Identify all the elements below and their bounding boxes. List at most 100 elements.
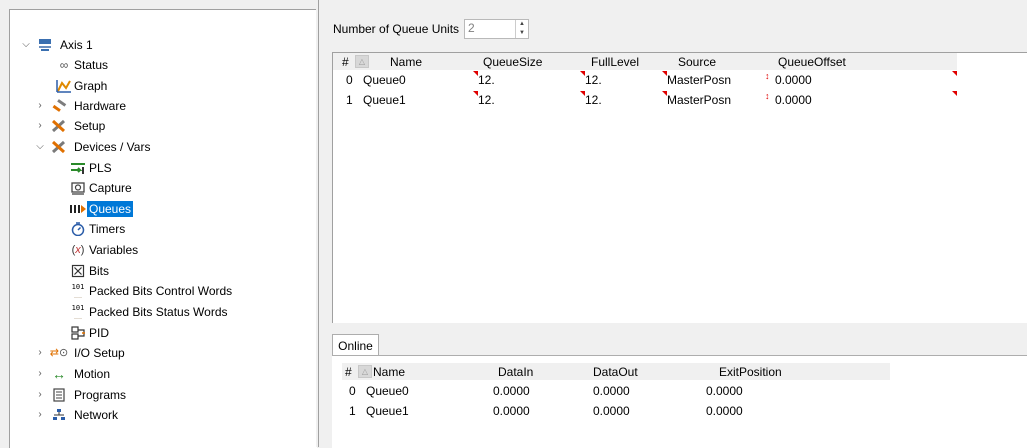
col-header-index[interactable]: # [345,365,352,379]
cell-queuesize[interactable]: 12. [478,93,495,107]
chevron-right-icon[interactable]: › [35,96,45,116]
table-row[interactable]: 1 Queue1 12. 12. MasterPosn ↕ 0.0000 [333,91,1027,109]
tree-node-setup[interactable]: › Setup [10,116,310,136]
tree-node-timers[interactable]: Timers [10,219,310,239]
chevron-right-icon[interactable]: › [35,385,45,405]
col-header-queuesize[interactable]: QueueSize [483,55,542,69]
tree-node-pls[interactable]: PLS [10,158,310,178]
tree-node-packed-bits-control-words[interactable]: 101 ██ Packed Bits Control Words [10,281,310,301]
spinner-buttons[interactable]: ▲ ▼ [515,20,528,38]
sort-icon[interactable]: △ [355,55,369,68]
tree-node-pid[interactable]: PID [10,323,310,343]
chevron-down-icon[interactable]: ⌵ [35,137,45,157]
cell-name: Queue1 [366,404,409,418]
cell-exitposition: 0.0000 [706,384,743,398]
tree-label-graph: Graph [74,79,108,93]
tree-node-capture[interactable]: Capture [10,178,310,198]
chevron-right-icon[interactable]: › [35,116,45,136]
cell-index: 0 [346,73,353,87]
cell-index: 0 [349,384,356,398]
cell-name[interactable]: Queue1 [363,93,406,107]
cell-exitposition: 0.0000 [706,404,743,418]
timer-icon [69,219,87,239]
col-header-datain[interactable]: DataIn [498,365,533,379]
cell-fulllevel[interactable]: 12. [585,73,602,87]
tree-node-network[interactable]: › Network [10,405,310,425]
tree-node-io-setup[interactable]: › ⇄ ⊙ I/O Setup [10,343,310,363]
cell-source[interactable]: MasterPosn [667,93,731,107]
online-panel: # △ Name DataIn DataOut ExitPosition 0 Q… [332,355,1027,448]
tree-node-devices-vars[interactable]: ⌵ Devices / Vars [10,137,310,157]
cell-index: 1 [349,404,356,418]
cell-name[interactable]: Queue0 [363,73,406,87]
table-row[interactable]: 0 Queue0 12. 12. MasterPosn ↕ 0.0000 [333,71,1027,89]
project-tree[interactable]: ⌵ Axis 1 ∞ Status Graph › Hardware › Set… [9,9,317,448]
queue-units-spinner[interactable]: 2 ▲ ▼ [464,19,529,39]
queue-grid-header: # △ Name QueueSize FullLevel Source Queu… [333,53,957,70]
packed-bits-icon: 101 ██ [71,283,85,298]
tree-node-bits[interactable]: Bits [10,261,310,281]
col-header-name[interactable]: Name [373,365,405,379]
tools-icon [50,137,68,157]
cell-index: 1 [346,93,353,107]
col-header-dataout[interactable]: DataOut [593,365,638,379]
tree-node-hardware[interactable]: › Hardware [10,96,310,116]
motion-icon: ↔ [52,366,66,382]
tree-node-status[interactable]: ∞ Status [10,55,310,75]
cell-queueoffset[interactable]: 0.0000 [775,93,812,107]
packed-bits-icon: 101 ██ [71,304,85,319]
tree-label-pls: PLS [89,161,112,175]
col-header-source[interactable]: Source [678,55,716,69]
chevron-right-icon[interactable]: › [35,364,45,384]
tree-label-pid: PID [89,326,110,340]
hardware-icon [50,96,68,116]
cell-fulllevel[interactable]: 12. [585,93,602,107]
tree-node-variables[interactable]: (x) Variables [10,240,310,260]
table-row[interactable]: 1 Queue1 0.0000 0.0000 0.0000 [342,402,962,420]
col-header-fulllevel[interactable]: FullLevel [591,55,639,69]
tree-label-hardware: Hardware [74,99,127,113]
tree-node-queues[interactable]: Queues [10,199,310,219]
tree-node-programs[interactable]: › Programs [10,385,310,405]
tree-label-packed-bits-control-words: Packed Bits Control Words [89,284,233,298]
chevron-down-icon[interactable]: ⌵ [21,35,31,55]
status-icon: ∞ [59,58,69,72]
spinner-down-icon[interactable]: ▼ [516,29,528,38]
camera-icon [69,178,87,198]
sort-icon[interactable]: △ [358,365,372,378]
col-header-name[interactable]: Name [390,55,422,69]
col-header-exitposition[interactable]: ExitPosition [719,365,782,379]
updown-icon[interactable]: ↕ [765,71,770,81]
tab-online[interactable]: Online [332,334,379,356]
tree-node-axis-1[interactable]: ⌵ Axis 1 [10,35,310,55]
cell-dataout: 0.0000 [593,404,630,418]
chevron-right-icon[interactable]: › [35,405,45,425]
cell-datain: 0.0000 [493,384,530,398]
cell-queueoffset[interactable]: 0.0000 [775,73,812,87]
chevron-right-icon[interactable]: › [35,343,45,363]
updown-icon[interactable]: ↕ [765,91,770,101]
col-header-queueoffset[interactable]: QueueOffset [778,55,846,69]
tree-label-devices-vars: Devices / Vars [74,140,151,154]
queue-grid[interactable]: # △ Name QueueSize FullLevel Source Queu… [332,52,1027,323]
queue-units-value[interactable]: 2 [468,21,475,35]
pls-icon [69,158,87,178]
tree-label-capture: Capture [89,181,132,195]
tree-node-motion[interactable]: › ↔ Motion [10,364,310,384]
edit-flag-icon [952,91,957,96]
spinner-up-icon[interactable]: ▲ [516,20,528,29]
tree-node-packed-bits-status-words[interactable]: 101 ██ Packed Bits Status Words [10,302,310,322]
splitter-line [318,0,319,447]
program-icon [50,385,68,405]
online-grid-header: # △ Name DataIn DataOut ExitPosition [342,363,890,380]
queue-icon [69,199,87,219]
tree-node-graph[interactable]: Graph [10,76,310,96]
graph-icon [55,76,73,96]
table-row[interactable]: 0 Queue0 0.0000 0.0000 0.0000 [342,382,962,400]
tree-label-axis-1: Axis 1 [60,38,93,52]
io-icon: ⇄ ⊙ [49,347,69,359]
cell-source[interactable]: MasterPosn [667,73,731,87]
tree-label-timers: Timers [89,222,126,236]
col-header-index[interactable]: # [342,55,349,69]
cell-queuesize[interactable]: 12. [478,73,495,87]
